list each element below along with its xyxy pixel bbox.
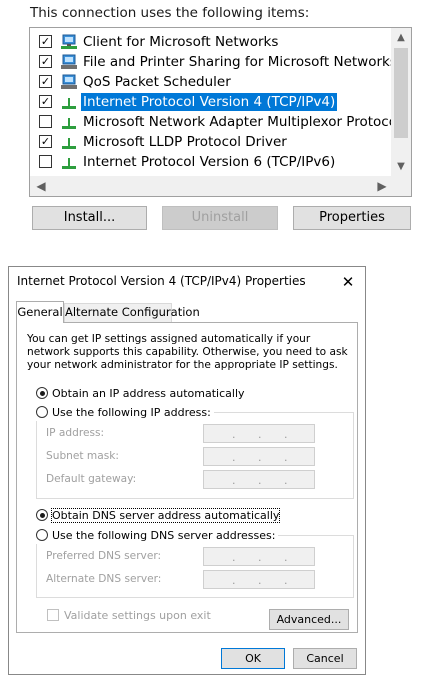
items-list: ✓ Client for Microsoft Networks ✓ File a… xyxy=(30,28,392,177)
use-following-ip-radio[interactable]: Use the following IP address: xyxy=(36,405,214,421)
ip-settings-description: You can get IP settings assigned automat… xyxy=(27,333,348,371)
list-item-ipv4[interactable]: ✓ Internet Protocol Version 4 (TCP/IPv4) xyxy=(30,92,392,112)
connection-items-panel: This connection uses the following items… xyxy=(0,0,431,245)
vertical-scrollbar[interactable]: ▲ ▼ xyxy=(391,28,411,177)
item-checkbox[interactable] xyxy=(39,155,52,168)
item-checkbox[interactable] xyxy=(39,115,52,128)
network-service-icon xyxy=(61,54,77,69)
subnet-mask-label: Subnet mask: xyxy=(46,450,119,462)
scroll-up-icon[interactable]: ▲ xyxy=(391,29,411,46)
protocol-icon xyxy=(62,158,76,169)
dialog-title: Internet Protocol Version 4 (TCP/IPv4) P… xyxy=(17,274,306,288)
item-label: Microsoft LLDP Protocol Driver xyxy=(83,134,287,150)
cancel-button[interactable]: Cancel xyxy=(293,648,357,669)
radio-selected-icon xyxy=(36,509,48,521)
subnet-mask-input[interactable]: ... xyxy=(203,447,315,466)
default-gateway-label: Default gateway: xyxy=(46,473,137,485)
item-checkbox[interactable]: ✓ xyxy=(39,35,52,48)
advanced-button[interactable]: Advanced... xyxy=(269,609,349,630)
list-item-multiplexor[interactable]: Microsoft Network Adapter Multiplexor Pr… xyxy=(30,112,392,132)
install-button[interactable]: Install... xyxy=(32,206,147,230)
radio-unselected-icon xyxy=(36,406,48,418)
alternate-dns-label: Alternate DNS server: xyxy=(46,573,162,585)
item-checkbox[interactable]: ✓ xyxy=(39,135,52,148)
list-item-qos[interactable]: ✓ QoS Packet Scheduler xyxy=(30,72,392,92)
use-following-dns-radio[interactable]: Use the following DNS server addresses: xyxy=(36,528,279,544)
item-checkbox[interactable]: ✓ xyxy=(39,55,52,68)
close-icon[interactable]: ✕ xyxy=(337,271,359,293)
preferred-dns-input[interactable]: ... xyxy=(203,547,315,566)
ip-address-input[interactable]: ... xyxy=(203,424,315,443)
obtain-ip-auto-radio[interactable]: Obtain an IP address automatically xyxy=(36,386,245,402)
properties-button[interactable]: Properties xyxy=(293,206,411,230)
item-label: Client for Microsoft Networks xyxy=(83,34,279,50)
item-label: File and Printer Sharing for Microsoft N… xyxy=(83,54,392,70)
item-label: Internet Protocol Version 6 (TCP/IPv6) xyxy=(83,154,336,170)
ip-address-label: IP address: xyxy=(46,427,105,439)
list-item-file-printer-sharing[interactable]: ✓ File and Printer Sharing for Microsoft… xyxy=(30,52,392,72)
general-tab-panel: You can get IP settings assigned automat… xyxy=(16,322,358,633)
scroll-thumb[interactable] xyxy=(394,48,408,138)
preferred-dns-label: Preferred DNS server: xyxy=(46,550,162,562)
list-item-lldp[interactable]: ✓ Microsoft LLDP Protocol Driver xyxy=(30,132,392,152)
items-heading: This connection uses the following items… xyxy=(30,5,310,21)
tab-alternate-configuration[interactable]: Alternate Configuration xyxy=(64,303,200,322)
checkbox-icon xyxy=(47,609,59,621)
default-gateway-input[interactable]: ... xyxy=(203,470,315,489)
scroll-right-icon[interactable]: ▶ xyxy=(373,176,391,196)
dialog-titlebar: Internet Protocol Version 4 (TCP/IPv4) P… xyxy=(9,267,365,297)
radio-label: Use the following IP address: xyxy=(52,406,211,419)
validate-label: Validate settings upon exit xyxy=(64,609,211,622)
radio-unselected-icon xyxy=(36,529,48,541)
item-label: Microsoft Network Adapter Multiplexor Pr… xyxy=(83,114,392,130)
item-checkbox[interactable]: ✓ xyxy=(39,75,52,88)
item-checkbox[interactable]: ✓ xyxy=(39,95,52,108)
item-label: Internet Protocol Version 4 (TCP/IPv4) xyxy=(81,93,338,111)
network-service-icon xyxy=(61,74,77,89)
network-client-icon xyxy=(61,34,77,49)
tab-general[interactable]: General xyxy=(16,301,64,323)
scroll-down-icon[interactable]: ▼ xyxy=(391,158,411,175)
scroll-left-icon[interactable]: ◀ xyxy=(32,176,50,196)
item-label: QoS Packet Scheduler xyxy=(83,74,231,90)
list-item-client[interactable]: ✓ Client for Microsoft Networks xyxy=(30,32,392,52)
horizontal-scrollbar[interactable]: ◀ ▶ xyxy=(30,176,411,196)
ok-button[interactable]: OK xyxy=(221,648,285,669)
radio-label: Obtain DNS server address automatically xyxy=(50,508,281,523)
list-item-ipv6[interactable]: Internet Protocol Version 6 (TCP/IPv6) xyxy=(30,152,392,172)
radio-label: Use the following DNS server addresses: xyxy=(52,529,276,542)
uninstall-button[interactable]: Uninstall xyxy=(162,206,278,230)
protocol-icon xyxy=(62,118,76,129)
ipv4-properties-dialog: Internet Protocol Version 4 (TCP/IPv4) P… xyxy=(8,266,366,675)
protocol-icon xyxy=(62,98,76,109)
radio-label: Obtain an IP address automatically xyxy=(52,387,245,400)
alternate-dns-input[interactable]: ... xyxy=(203,570,315,589)
validate-settings-checkbox[interactable]: Validate settings upon exit xyxy=(47,609,211,622)
obtain-dns-auto-radio[interactable]: Obtain DNS server address automatically xyxy=(36,508,281,524)
radio-selected-icon xyxy=(36,387,48,399)
items-listbox[interactable]: ✓ Client for Microsoft Networks ✓ File a… xyxy=(29,27,412,197)
protocol-icon xyxy=(62,138,76,149)
